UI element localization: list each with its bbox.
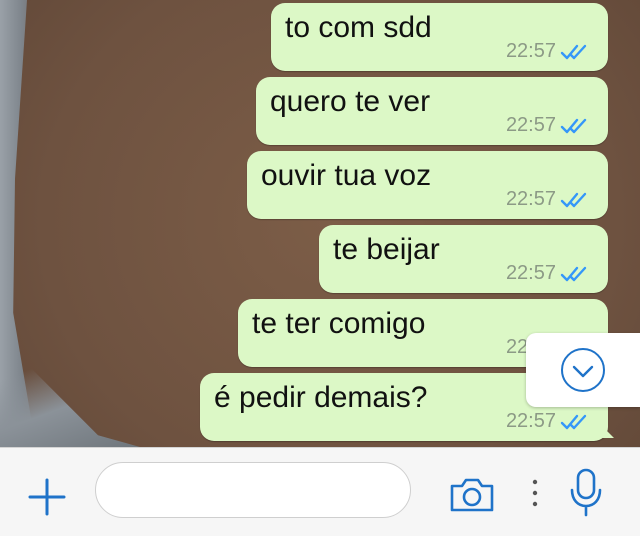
- message-input[interactable]: [95, 462, 411, 518]
- message-text: to com sdd: [285, 11, 432, 44]
- scroll-to-bottom-button[interactable]: [526, 333, 640, 407]
- double-check-icon: [560, 118, 587, 134]
- double-check-icon: [560, 192, 587, 208]
- camera-icon[interactable]: [448, 476, 496, 514]
- message-time: 22:57: [505, 40, 556, 62]
- message-input-bar: [0, 447, 640, 536]
- message-bubble[interactable]: quero te ver 22:57: [256, 77, 608, 145]
- message-text: te ter comigo: [252, 307, 426, 340]
- vertical-dots-icon[interactable]: [530, 478, 540, 508]
- double-check-icon: [560, 44, 587, 60]
- chevron-down-icon: [561, 348, 605, 392]
- message-time: 22:57: [505, 188, 556, 210]
- message-time: 22:57: [505, 262, 556, 284]
- message-text: te beijar: [333, 233, 440, 266]
- microphone-icon[interactable]: [568, 468, 604, 518]
- message-time: 22:57: [505, 114, 556, 136]
- message-text: é pedir demais?: [214, 381, 428, 414]
- message-bubble[interactable]: to com sdd 22:57: [271, 3, 608, 71]
- message-text: quero te ver: [270, 85, 431, 118]
- plus-icon[interactable]: [28, 478, 66, 516]
- message-bubble[interactable]: te beijar 22:57: [319, 225, 608, 293]
- message-bubble[interactable]: ouvir tua voz 22:57: [247, 151, 608, 219]
- message-time: 22:57: [505, 410, 556, 432]
- double-check-icon: [560, 266, 587, 282]
- bubble-tail: [596, 420, 614, 438]
- message-text: ouvir tua voz: [261, 159, 432, 192]
- double-check-icon: [560, 414, 587, 430]
